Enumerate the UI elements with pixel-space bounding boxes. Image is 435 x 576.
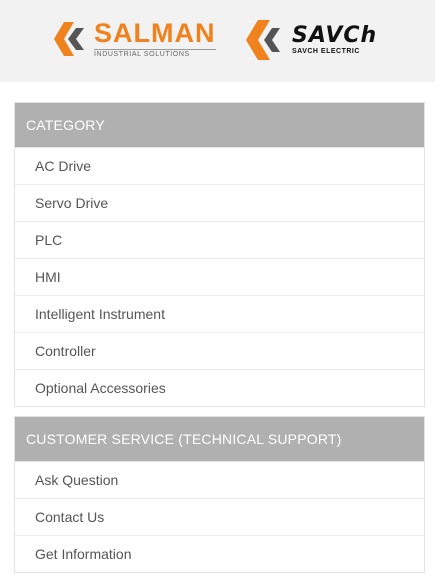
double-chevron-logo-icon	[246, 20, 280, 60]
category-list: AC Drive Servo Drive PLC HMI Intelligent…	[15, 147, 424, 406]
savch-brand-subtitle: SAVCH ELECTRIC	[292, 48, 360, 55]
category-item-intelligent-instrument[interactable]: Intelligent Instrument	[15, 295, 424, 332]
category-panel-title: CATEGORY	[15, 103, 424, 147]
customer-service-item-ask-question[interactable]: Ask Question	[15, 461, 424, 498]
savch-logo[interactable]: SAVCh SAVCH ELECTRIC	[246, 20, 377, 60]
category-item-servo-drive[interactable]: Servo Drive	[15, 184, 424, 221]
category-item-controller[interactable]: Controller	[15, 332, 424, 369]
salman-brand-subtitle: INDUSTRIAL SOLUTIONS	[94, 49, 216, 58]
double-chevron-logo-icon	[54, 22, 84, 56]
customer-service-list: Ask Question Contact Us Get Information	[15, 461, 424, 572]
category-panel: CATEGORY AC Drive Servo Drive PLC HMI In…	[14, 102, 425, 407]
category-item-plc[interactable]: PLC	[15, 221, 424, 258]
salman-logo[interactable]: SALMAN INDUSTRIAL SOLUTIONS	[54, 20, 216, 58]
category-item-ac-drive[interactable]: AC Drive	[15, 147, 424, 184]
customer-service-item-get-information[interactable]: Get Information	[15, 535, 424, 572]
salman-brand-name: SALMAN	[94, 18, 216, 48]
savch-brand-name: SAVCh	[292, 23, 378, 48]
customer-service-item-contact-us[interactable]: Contact Us	[15, 498, 424, 535]
customer-service-panel-title: CUSTOMER SERVICE (TECHNICAL SUPPORT)	[15, 417, 424, 461]
customer-service-panel: CUSTOMER SERVICE (TECHNICAL SUPPORT) Ask…	[14, 416, 425, 573]
category-item-hmi[interactable]: HMI	[15, 258, 424, 295]
category-item-optional-accessories[interactable]: Optional Accessories	[15, 369, 424, 406]
site-header: SALMAN INDUSTRIAL SOLUTIONS SAVCh SAVCH …	[0, 0, 435, 82]
